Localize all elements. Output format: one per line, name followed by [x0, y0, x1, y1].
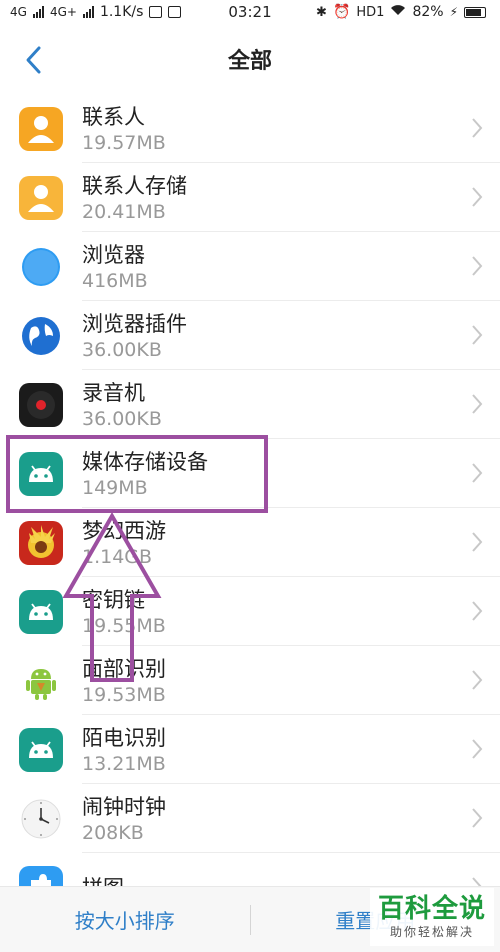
back-button[interactable] [16, 42, 52, 78]
bluetooth-icon: ✱ [316, 4, 327, 20]
chevron-right-icon [472, 325, 483, 345]
battery-percent: 82% [412, 4, 444, 20]
app-name: 浏览器 [82, 242, 145, 267]
clock-icon [19, 796, 63, 841]
signal-label-2: 4G+ [49, 5, 77, 19]
status-time: 03:21 [228, 3, 272, 21]
watermark-title: 百科全说 [377, 894, 486, 924]
hd-label: HD1 [356, 4, 385, 20]
android-icon [19, 727, 63, 772]
chevron-right-icon [472, 808, 483, 828]
app-row-caller-id[interactable]: 陌电识别 13.21MB [0, 715, 500, 784]
chevron-right-icon [472, 670, 483, 690]
chevron-right-icon [472, 877, 482, 886]
app-row-alarm-clock[interactable]: 闹钟时钟 208KB [0, 784, 500, 853]
app-size: 19.57MB [82, 131, 166, 154]
status-right: ✱ ⏰ HD1 82% ⚡ [316, 4, 486, 20]
contacts-icon [19, 106, 63, 151]
signal-bars-icon [32, 6, 44, 18]
app-name: 联系人存储 [82, 173, 187, 198]
status-left: 4G 4G+ 1.1K/s [10, 4, 182, 20]
app-row-recorder[interactable]: 录音机 36.00KB [0, 370, 500, 439]
app-size: 20.41MB [82, 200, 166, 223]
contacts-storage-icon [19, 175, 63, 220]
browser-compass-icon [19, 244, 63, 289]
status-bar: 4G 4G+ 1.1K/s 03:21 ✱ ⏰ HD1 82% ⚡ [0, 0, 500, 24]
android-robot-icon [19, 658, 63, 703]
app-size: 416MB [82, 269, 148, 292]
app-row-puzzle[interactable]: 拼图 [0, 853, 500, 886]
network-speed: 1.1K/s [99, 4, 144, 20]
app-name: 陌电识别 [82, 725, 166, 750]
app-row-contacts[interactable]: 联系人 19.57MB [0, 94, 500, 163]
app-name: 浏览器插件 [82, 311, 187, 336]
app-row-browser[interactable]: 浏览器 416MB [0, 232, 500, 301]
app-size: 36.00KB [82, 407, 162, 430]
chevron-left-icon [26, 46, 41, 74]
chevron-right-icon [472, 256, 483, 276]
annotation-arrow-icon [62, 512, 162, 682]
header: 全部 [0, 24, 500, 94]
android-icon [19, 589, 63, 634]
game-icon [19, 520, 63, 565]
watermark-logo: 百科全说 助你轻松解决 [370, 888, 494, 946]
app-name: 闹钟时钟 [82, 794, 166, 819]
chevron-right-icon [472, 532, 483, 552]
wifi-icon [390, 4, 406, 20]
chevron-right-icon [472, 601, 483, 621]
chevron-right-icon [472, 394, 483, 414]
charging-icon: ⚡ [449, 5, 458, 19]
app-name: 录音机 [82, 380, 145, 405]
chevron-right-icon [472, 187, 483, 207]
chevron-right-icon [472, 739, 483, 759]
app-row-contacts-storage[interactable]: 联系人存储 20.41MB [0, 163, 500, 232]
signal-bars-icon-2 [82, 6, 94, 18]
watermark-subtitle: 助你轻松解决 [389, 925, 474, 939]
app-row-browser-plugin[interactable]: 浏览器插件 36.00KB [0, 301, 500, 370]
app-name: 联系人 [82, 104, 145, 129]
app-size: 19.53MB [82, 683, 166, 706]
battery-icon [464, 6, 486, 18]
puzzle-icon [19, 865, 63, 886]
sort-by-size-button[interactable]: 按大小排序 [0, 905, 250, 934]
notification-icon [168, 6, 182, 18]
app-size: 208KB [82, 821, 144, 844]
alarm-icon: ⏰ [332, 4, 351, 20]
browser-plugin-globe-icon [19, 313, 63, 358]
recorder-icon [19, 382, 63, 427]
signal-label-1: 4G [10, 5, 27, 19]
message-icon [149, 6, 163, 18]
app-size: 13.21MB [82, 752, 166, 775]
app-size: 36.00KB [82, 338, 162, 361]
highlight-box [6, 435, 268, 513]
app-name: 拼图 [82, 874, 500, 887]
chevron-right-icon [472, 463, 483, 483]
chevron-right-icon [472, 118, 483, 138]
page-title: 全部 [227, 49, 272, 74]
